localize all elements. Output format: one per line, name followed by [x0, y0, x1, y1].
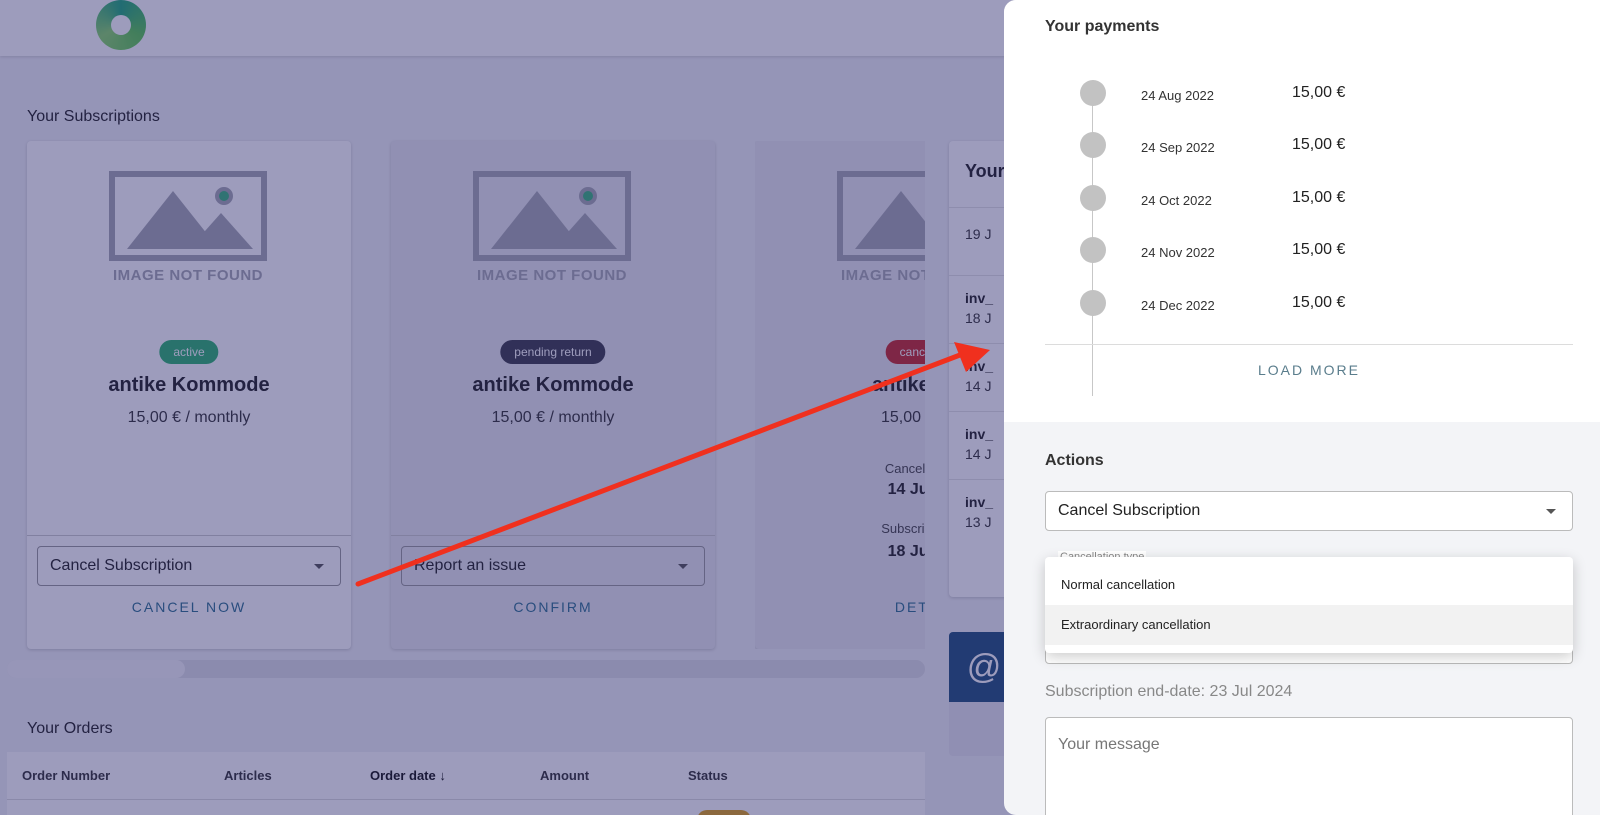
payment-date: 24 Sep 2022 [1141, 140, 1215, 155]
timeline-dot-icon [1080, 132, 1106, 158]
divider [1045, 344, 1573, 345]
payment-row: 24 Nov 2022 15,00 € [1004, 235, 1600, 265]
option-extraordinary-cancellation[interactable]: Extraordinary cancellation [1045, 605, 1573, 645]
payment-date: 24 Oct 2022 [1141, 193, 1212, 208]
subscription-end-date: Subscription end-date: 23 Jul 2024 [1045, 683, 1293, 700]
payments-title: Your payments [1045, 18, 1160, 35]
payment-row: 24 Dec 2022 15,00 € [1004, 288, 1600, 318]
payment-date: 24 Dec 2022 [1141, 298, 1215, 313]
timeline-dot-icon [1080, 80, 1106, 106]
timeline-dot-icon [1080, 237, 1106, 263]
action-select-value: Cancel Subscription [1058, 502, 1201, 519]
timeline-dot-icon [1080, 185, 1106, 211]
payments-panel: Your payments 24 Aug 2022 15,00 € 24 Sep… [1004, 0, 1600, 422]
load-more-button[interactable]: LOAD MORE [1045, 362, 1573, 378]
payment-amount: 15,00 € [1292, 189, 1346, 206]
action-select[interactable]: Cancel Subscription [1045, 491, 1573, 531]
message-placeholder: Your message [1058, 736, 1160, 753]
payment-date: 24 Nov 2022 [1141, 245, 1215, 260]
payment-amount: 15,00 € [1292, 294, 1346, 311]
subscription-drawer: Your payments 24 Aug 2022 15,00 € 24 Sep… [1004, 0, 1600, 815]
payment-date: 24 Aug 2022 [1141, 88, 1215, 103]
payment-row: 24 Aug 2022 15,00 € [1004, 78, 1600, 108]
cancellation-type-dropdown: Normal cancellation Extraordinary cancel… [1045, 557, 1573, 653]
payment-row: 24 Sep 2022 15,00 € [1004, 130, 1600, 160]
caret-down-icon [1546, 509, 1556, 514]
option-normal-cancellation[interactable]: Normal cancellation [1045, 565, 1573, 605]
message-textarea[interactable]: Your message [1045, 717, 1573, 815]
payment-amount: 15,00 € [1292, 136, 1346, 153]
payment-amount: 15,00 € [1292, 84, 1346, 101]
actions-title: Actions [1045, 452, 1104, 469]
timeline-dot-icon [1080, 290, 1106, 316]
payment-row: 24 Oct 2022 15,00 € [1004, 183, 1600, 213]
payment-amount: 15,00 € [1292, 241, 1346, 258]
